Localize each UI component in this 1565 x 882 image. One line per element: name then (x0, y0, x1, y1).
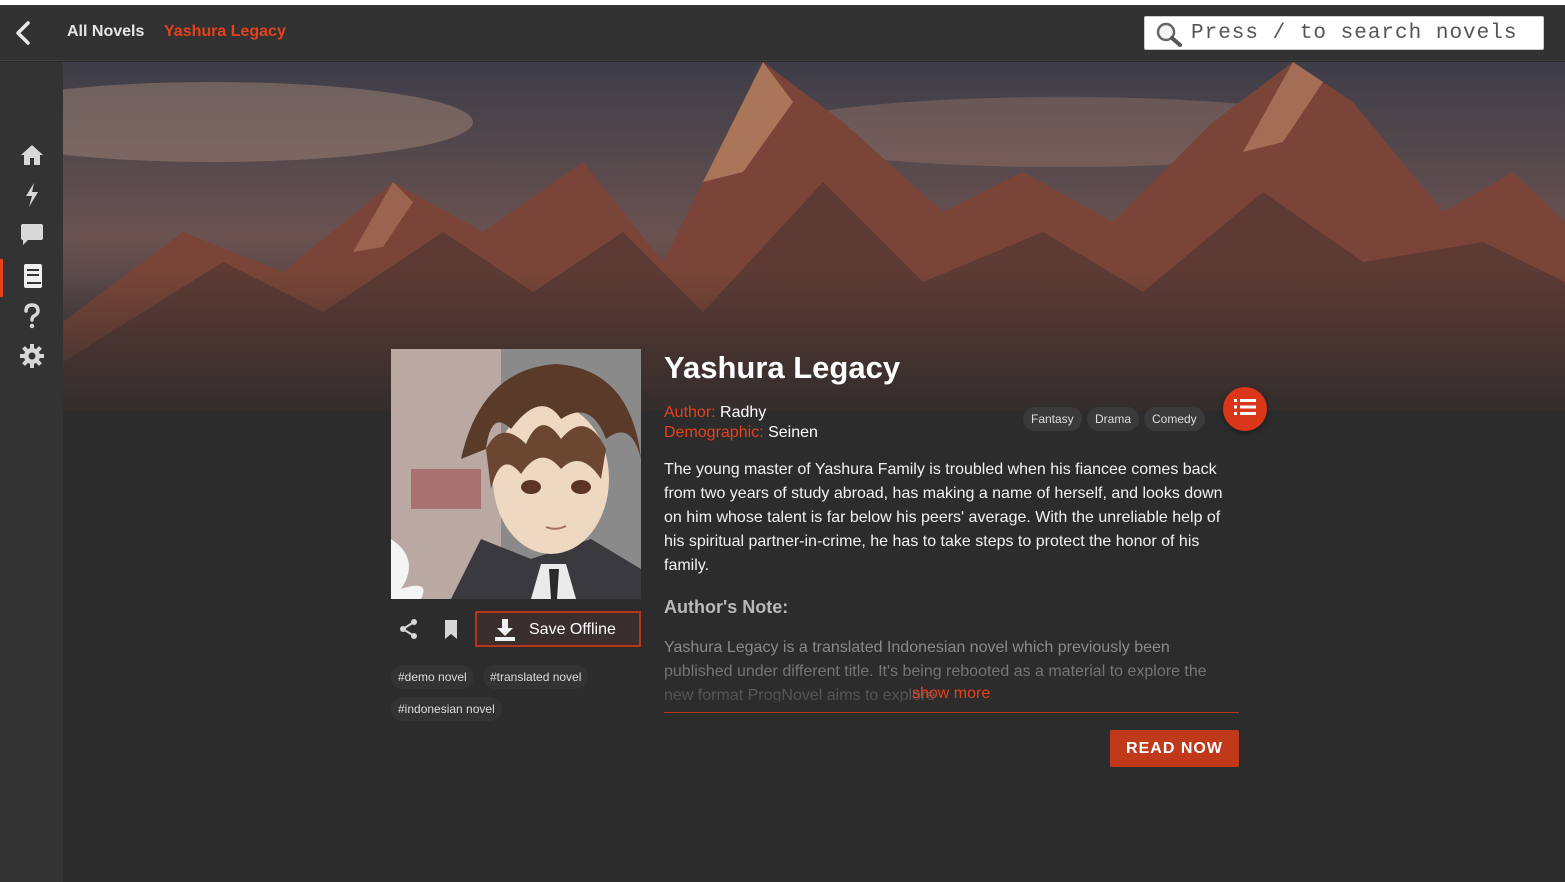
chapter-list-button[interactable] (1223, 387, 1267, 431)
gear-icon (19, 343, 45, 374)
demographic-value: Seinen (768, 424, 818, 441)
tag-translated-novel[interactable]: #translated novel (483, 665, 589, 689)
search-icon (1155, 21, 1183, 47)
sidebar-item-help[interactable] (0, 299, 63, 337)
demographic-row: Demographic: Seinen (664, 424, 818, 442)
search-box[interactable] (1144, 16, 1544, 50)
lightning-icon (23, 182, 41, 213)
home-icon (19, 143, 45, 172)
search-input[interactable] (1191, 19, 1536, 47)
sidebar-item-settings[interactable] (0, 339, 63, 377)
breadcrumb-current-novel[interactable]: Yashura Legacy (164, 23, 286, 41)
save-offline-button[interactable]: Save Offline (475, 611, 641, 647)
show-more-link[interactable]: show more (912, 685, 990, 703)
help-icon (22, 302, 42, 334)
demographic-label: Demographic: (664, 424, 764, 441)
back-arrow-icon[interactable] (12, 19, 36, 47)
save-offline-label: Save Offline (529, 621, 616, 638)
novel-cover-image (391, 349, 641, 599)
novel-title: Yashura Legacy (664, 350, 901, 385)
breadcrumb-all-novels[interactable]: All Novels (67, 23, 144, 41)
genre-fantasy[interactable]: Fantasy (1023, 407, 1082, 431)
chat-icon (19, 223, 45, 252)
book-icon (22, 263, 44, 294)
sidebar-item-home[interactable] (0, 138, 63, 176)
top-bar: All Novels Yashura Legacy (0, 5, 1565, 61)
sidebar (0, 62, 63, 882)
genre-drama[interactable]: Drama (1087, 407, 1140, 431)
genre-comedy[interactable]: Comedy (1144, 407, 1205, 431)
share-icon[interactable] (397, 617, 421, 641)
bookmark-icon[interactable] (439, 617, 463, 641)
note-divider (664, 712, 1239, 713)
author-value[interactable]: Radhy (720, 404, 766, 421)
tag-indonesian-novel[interactable]: #indonesian novel (391, 697, 502, 721)
author-note-heading: Author's Note: (664, 597, 789, 617)
sidebar-item-discussion[interactable] (0, 218, 63, 256)
novel-synopsis: The young master of Yashura Family is tr… (664, 461, 1223, 574)
author-row: Author: Radhy (664, 404, 766, 422)
read-now-button[interactable]: READ NOW (1110, 730, 1239, 767)
author-label: Author: (664, 404, 716, 421)
list-icon (1234, 398, 1256, 421)
sidebar-item-latest[interactable] (0, 178, 63, 216)
tag-demo-novel[interactable]: #demo novel (391, 665, 474, 689)
cover-actions: Save Offline (391, 611, 641, 647)
sidebar-item-novels[interactable] (0, 259, 63, 297)
download-icon (493, 618, 517, 647)
